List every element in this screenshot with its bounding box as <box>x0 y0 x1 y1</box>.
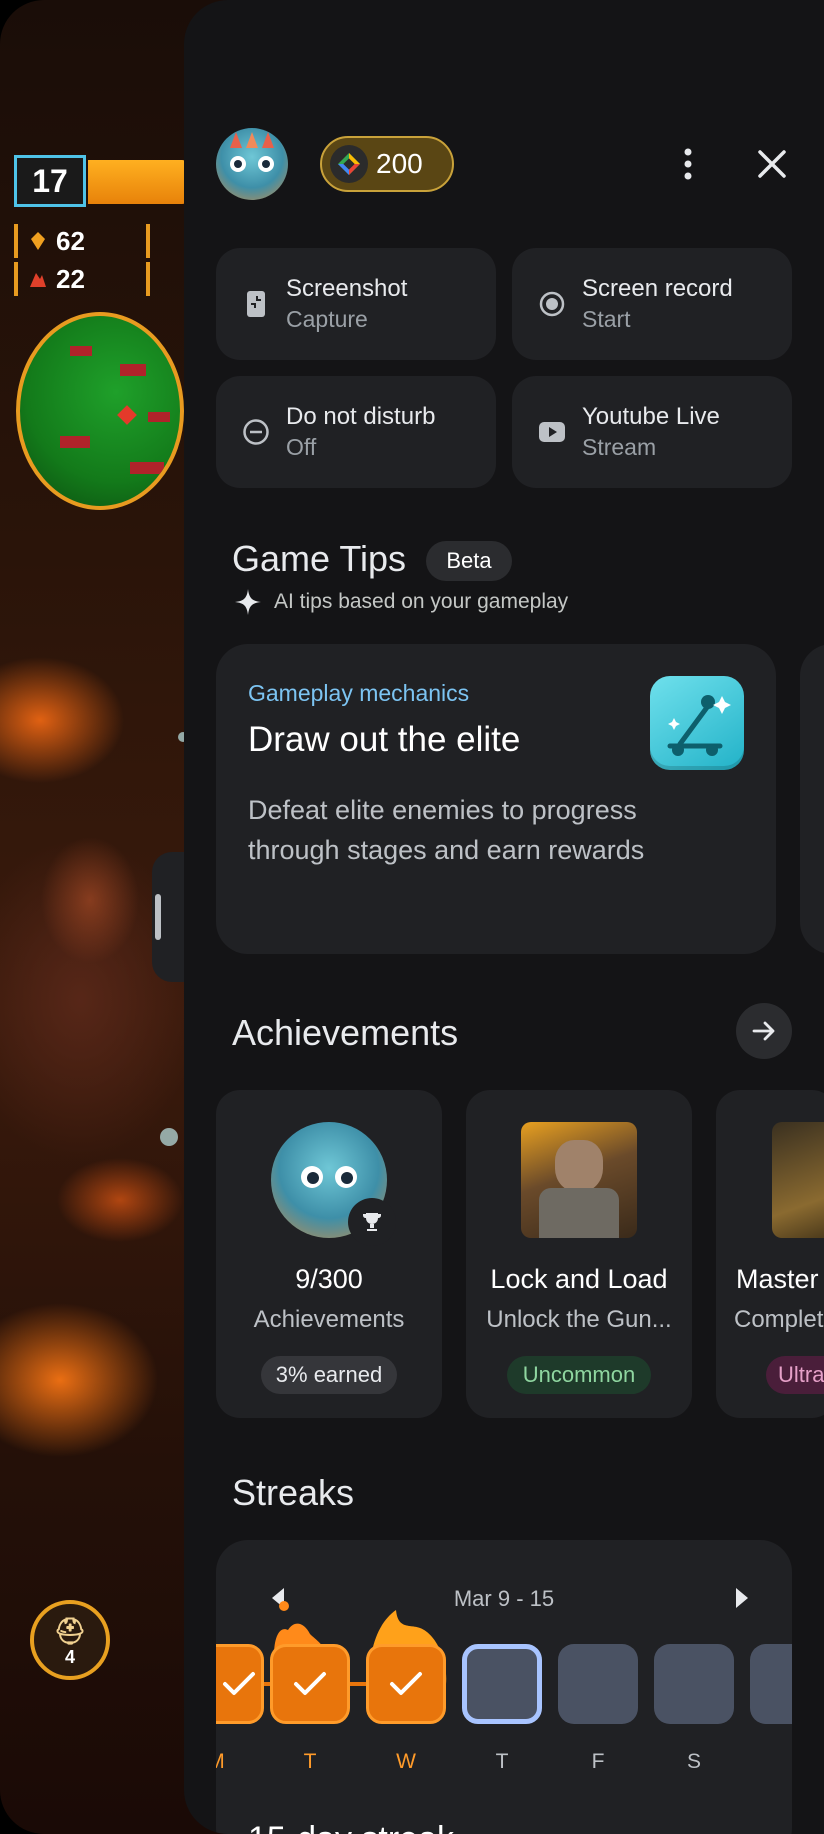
achievement-count-label: Achievements <box>253 1306 405 1333</box>
next-week-button[interactable] <box>730 1584 754 1612</box>
achievements-title: Achievements <box>232 1012 459 1053</box>
resource-gold-value: 62 <box>56 225 85 256</box>
gunner-character-icon <box>521 1122 637 1238</box>
resource-red: 22 <box>14 262 150 296</box>
screen-record-icon <box>538 290 566 318</box>
day-label-friday: F <box>591 1750 605 1773</box>
red-crystal-icon <box>30 273 46 287</box>
game-tips-title: Game Tips <box>232 538 407 579</box>
more-options-button[interactable] <box>664 140 712 188</box>
achievement-title-partial: Master <box>736 1264 819 1294</box>
game-dashboard-panel: 200 Screenshot Capture Screen record Sta <box>184 0 824 1834</box>
day-saturday <box>654 1644 734 1724</box>
screenshot-icon <box>242 290 270 318</box>
check-icon <box>294 1672 326 1695</box>
resource-gold: 62 <box>14 224 150 258</box>
youtube-live-tile[interactable]: Youtube Live Stream <box>512 376 792 488</box>
ai-tips-subtitle: AI tips based on your gameplay <box>234 588 568 616</box>
next-tip-card[interactable] <box>800 644 824 954</box>
player-marker-icon <box>117 405 137 425</box>
minimap[interactable] <box>16 312 184 510</box>
player-level: 17 <box>14 155 86 207</box>
tip-description: Defeat elite enemies to progress through… <box>248 795 645 865</box>
points-value: 200 <box>376 148 423 179</box>
screenshot-title: Screenshot <box>286 275 408 302</box>
youtube-live-subtitle: Stream <box>582 434 657 460</box>
achievement-count: 9/300 <box>295 1264 363 1294</box>
day-monday <box>216 1644 264 1724</box>
achievement-title: Lock and Load <box>490 1264 668 1294</box>
earned-percent-chip: 3% earned <box>261 1356 397 1394</box>
xp-bar <box>88 160 188 204</box>
rarity-chip-uncommon: Uncommon <box>507 1356 651 1394</box>
day-tuesday <box>270 1644 350 1724</box>
streaks-title: Streaks <box>232 1472 355 1513</box>
screen-record-subtitle: Start <box>582 306 631 332</box>
day-label-wednesday: W <box>396 1750 416 1773</box>
catapult-icon <box>650 676 744 770</box>
game-badge-count: 4 <box>64 1647 75 1667</box>
sparkle-icon <box>235 589 261 615</box>
tip-category: Gameplay mechanics <box>248 680 470 706</box>
more-vert-icon <box>684 148 692 180</box>
day-wednesday <box>366 1644 446 1724</box>
rarity-chip-ultra: Ultra <box>766 1356 824 1394</box>
streak-card: Mar 9 - 15 M T W T F S 15-day strea <box>216 1540 792 1834</box>
achievement-description-partial: Complet <box>734 1306 824 1333</box>
screenshot-subtitle: Capture <box>286 306 368 332</box>
game-tip-card[interactable]: Gameplay mechanics Draw out the elite De… <box>216 644 776 954</box>
screen-record-title: Screen record <box>582 275 733 302</box>
avatar[interactable] <box>216 128 288 200</box>
achievement-summary-card[interactable]: 9/300 Achievements 3% earned <box>216 1090 442 1418</box>
play-points-icon <box>330 145 368 183</box>
achievement-card-lock-and-load[interactable]: Lock and Load Unlock the Gun... Uncommon <box>466 1090 692 1418</box>
youtube-live-title: Youtube Live <box>582 403 720 430</box>
trophy-icon <box>348 1198 396 1246</box>
resource-red-value: 22 <box>56 263 85 294</box>
day-sunday <box>750 1644 792 1724</box>
do-not-disturb-title: Do not disturb <box>286 403 436 430</box>
youtube-icon <box>538 418 566 446</box>
day-label-thursday: T <box>495 1750 509 1773</box>
day-label-saturday: S <box>686 1750 701 1773</box>
check-icon <box>390 1672 422 1695</box>
do-not-disturb-tile[interactable]: Do not disturb Off <box>216 376 496 488</box>
day-thursday-today <box>462 1644 542 1724</box>
ai-tips-text: AI tips based on your gameplay <box>274 590 569 613</box>
day-friday <box>558 1644 638 1724</box>
arrow-forward-icon <box>752 1021 775 1041</box>
achievements-more-button[interactable] <box>736 1003 792 1059</box>
check-icon <box>222 1672 255 1695</box>
achievement-description: Unlock the Gun... <box>486 1306 672 1333</box>
achievement-card-master[interactable]: Master Complet Ultra <box>716 1090 824 1418</box>
weapon-icon <box>772 1122 824 1238</box>
close-icon <box>758 150 786 178</box>
game-badge-button[interactable]: ⛑ 4 <box>30 1600 110 1680</box>
gold-crystal-icon <box>31 232 45 250</box>
streak-length-title: 15-day streak <box>248 1820 454 1834</box>
screen-record-tile[interactable]: Screen record Start <box>512 248 792 360</box>
day-label-monday: M <box>216 1750 256 1774</box>
day-label-tuesday: T <box>303 1750 317 1773</box>
tip-title: Draw out the elite <box>248 720 521 759</box>
do-not-disturb-subtitle: Off <box>286 434 317 460</box>
beta-badge: Beta <box>426 541 512 581</box>
screenshot-tile[interactable]: Screenshot Capture <box>216 248 496 360</box>
helmet-icon: ⛑ <box>53 1616 87 1646</box>
do-not-disturb-icon <box>242 418 270 446</box>
close-button[interactable] <box>748 140 796 188</box>
points-badge[interactable]: 200 <box>320 136 454 192</box>
panel-header: 200 <box>216 128 824 200</box>
